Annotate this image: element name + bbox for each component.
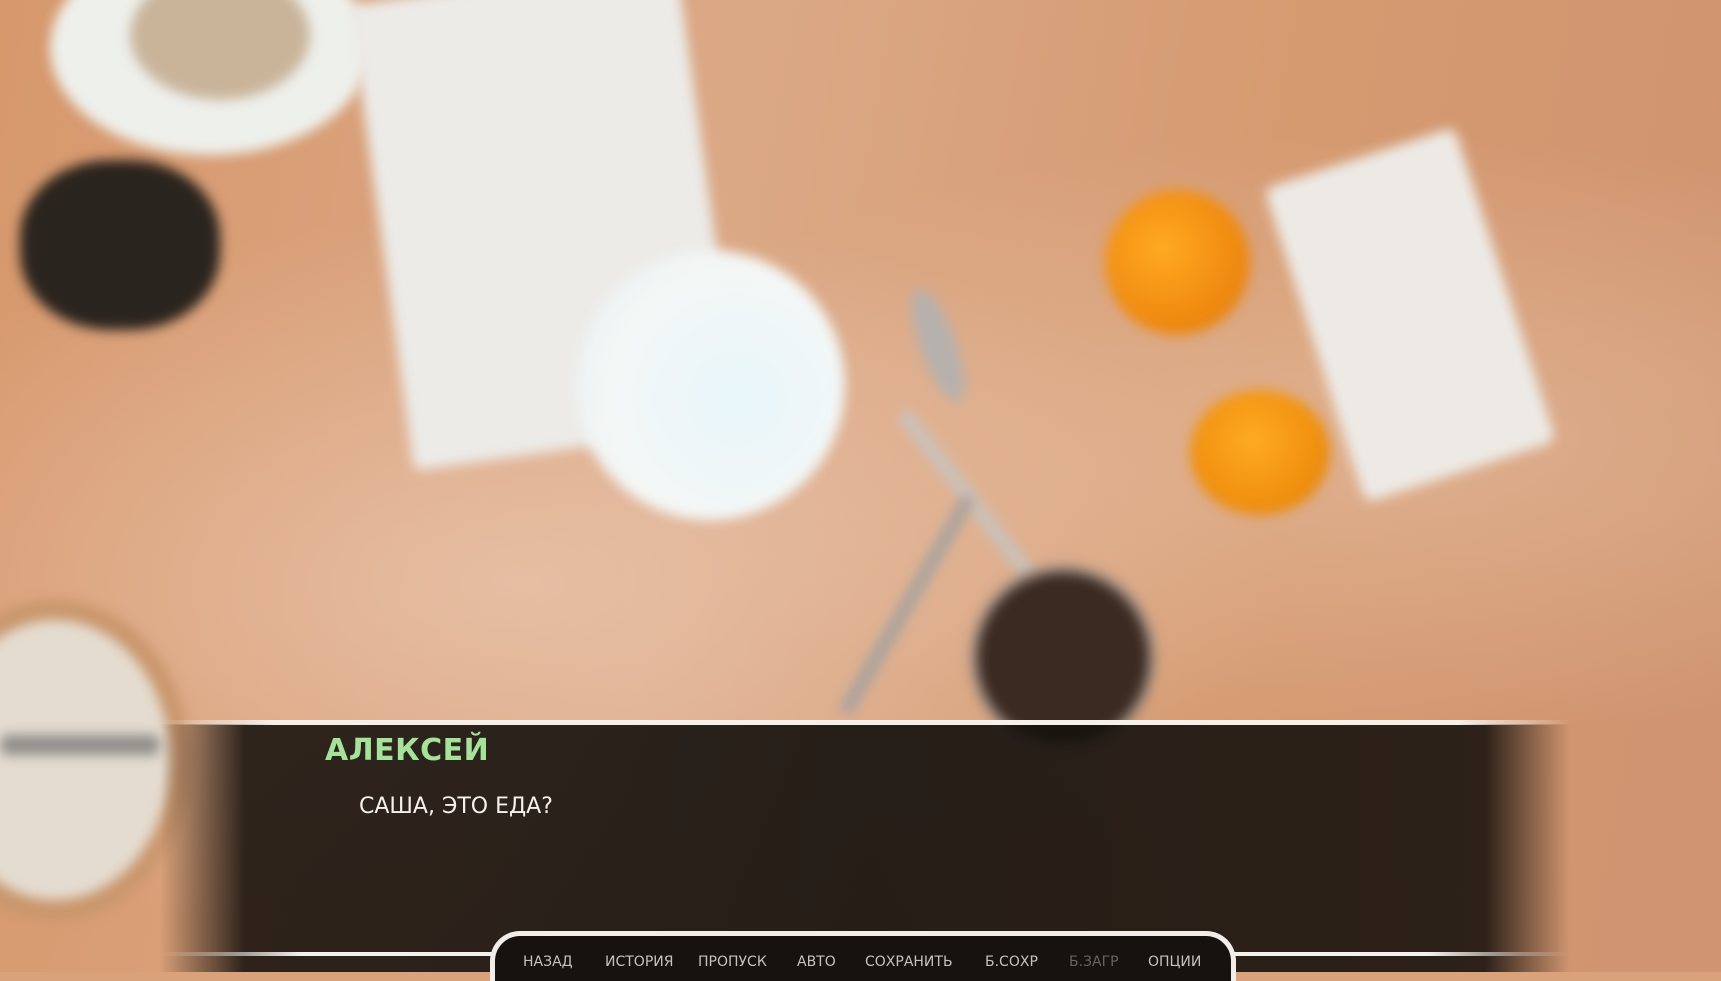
quick-save-button[interactable]: Б.СОХР	[985, 954, 1038, 970]
auto-button[interactable]: АВТО	[797, 954, 836, 970]
dialogue-box-top-border	[160, 720, 1570, 725]
quick-menu: НАЗАД ИСТОРИЯ ПРОПУСК АВТО СОХРАНИТЬ Б.С…	[490, 931, 1236, 981]
orange-top	[1105, 190, 1250, 335]
options-button[interactable]: ОПЦИИ	[1148, 954, 1201, 970]
skip-button[interactable]: ПРОПУСК	[698, 954, 767, 970]
quick-load-button[interactable]: Б.ЗАГР	[1069, 954, 1119, 970]
cup-left	[20, 160, 220, 330]
spoon-left	[0, 735, 160, 755]
white-bowl	[575, 250, 845, 520]
history-button[interactable]: ИСТОРИЯ	[605, 954, 673, 970]
back-button[interactable]: НАЗАД	[523, 954, 573, 970]
orange-bottom	[1190, 390, 1330, 515]
dialogue-text: САША, ЭТО ЕДА?	[359, 794, 553, 819]
speaker-name: АЛЕКСЕЙ	[325, 733, 490, 768]
save-button[interactable]: СОХРАНИТЬ	[865, 954, 953, 970]
